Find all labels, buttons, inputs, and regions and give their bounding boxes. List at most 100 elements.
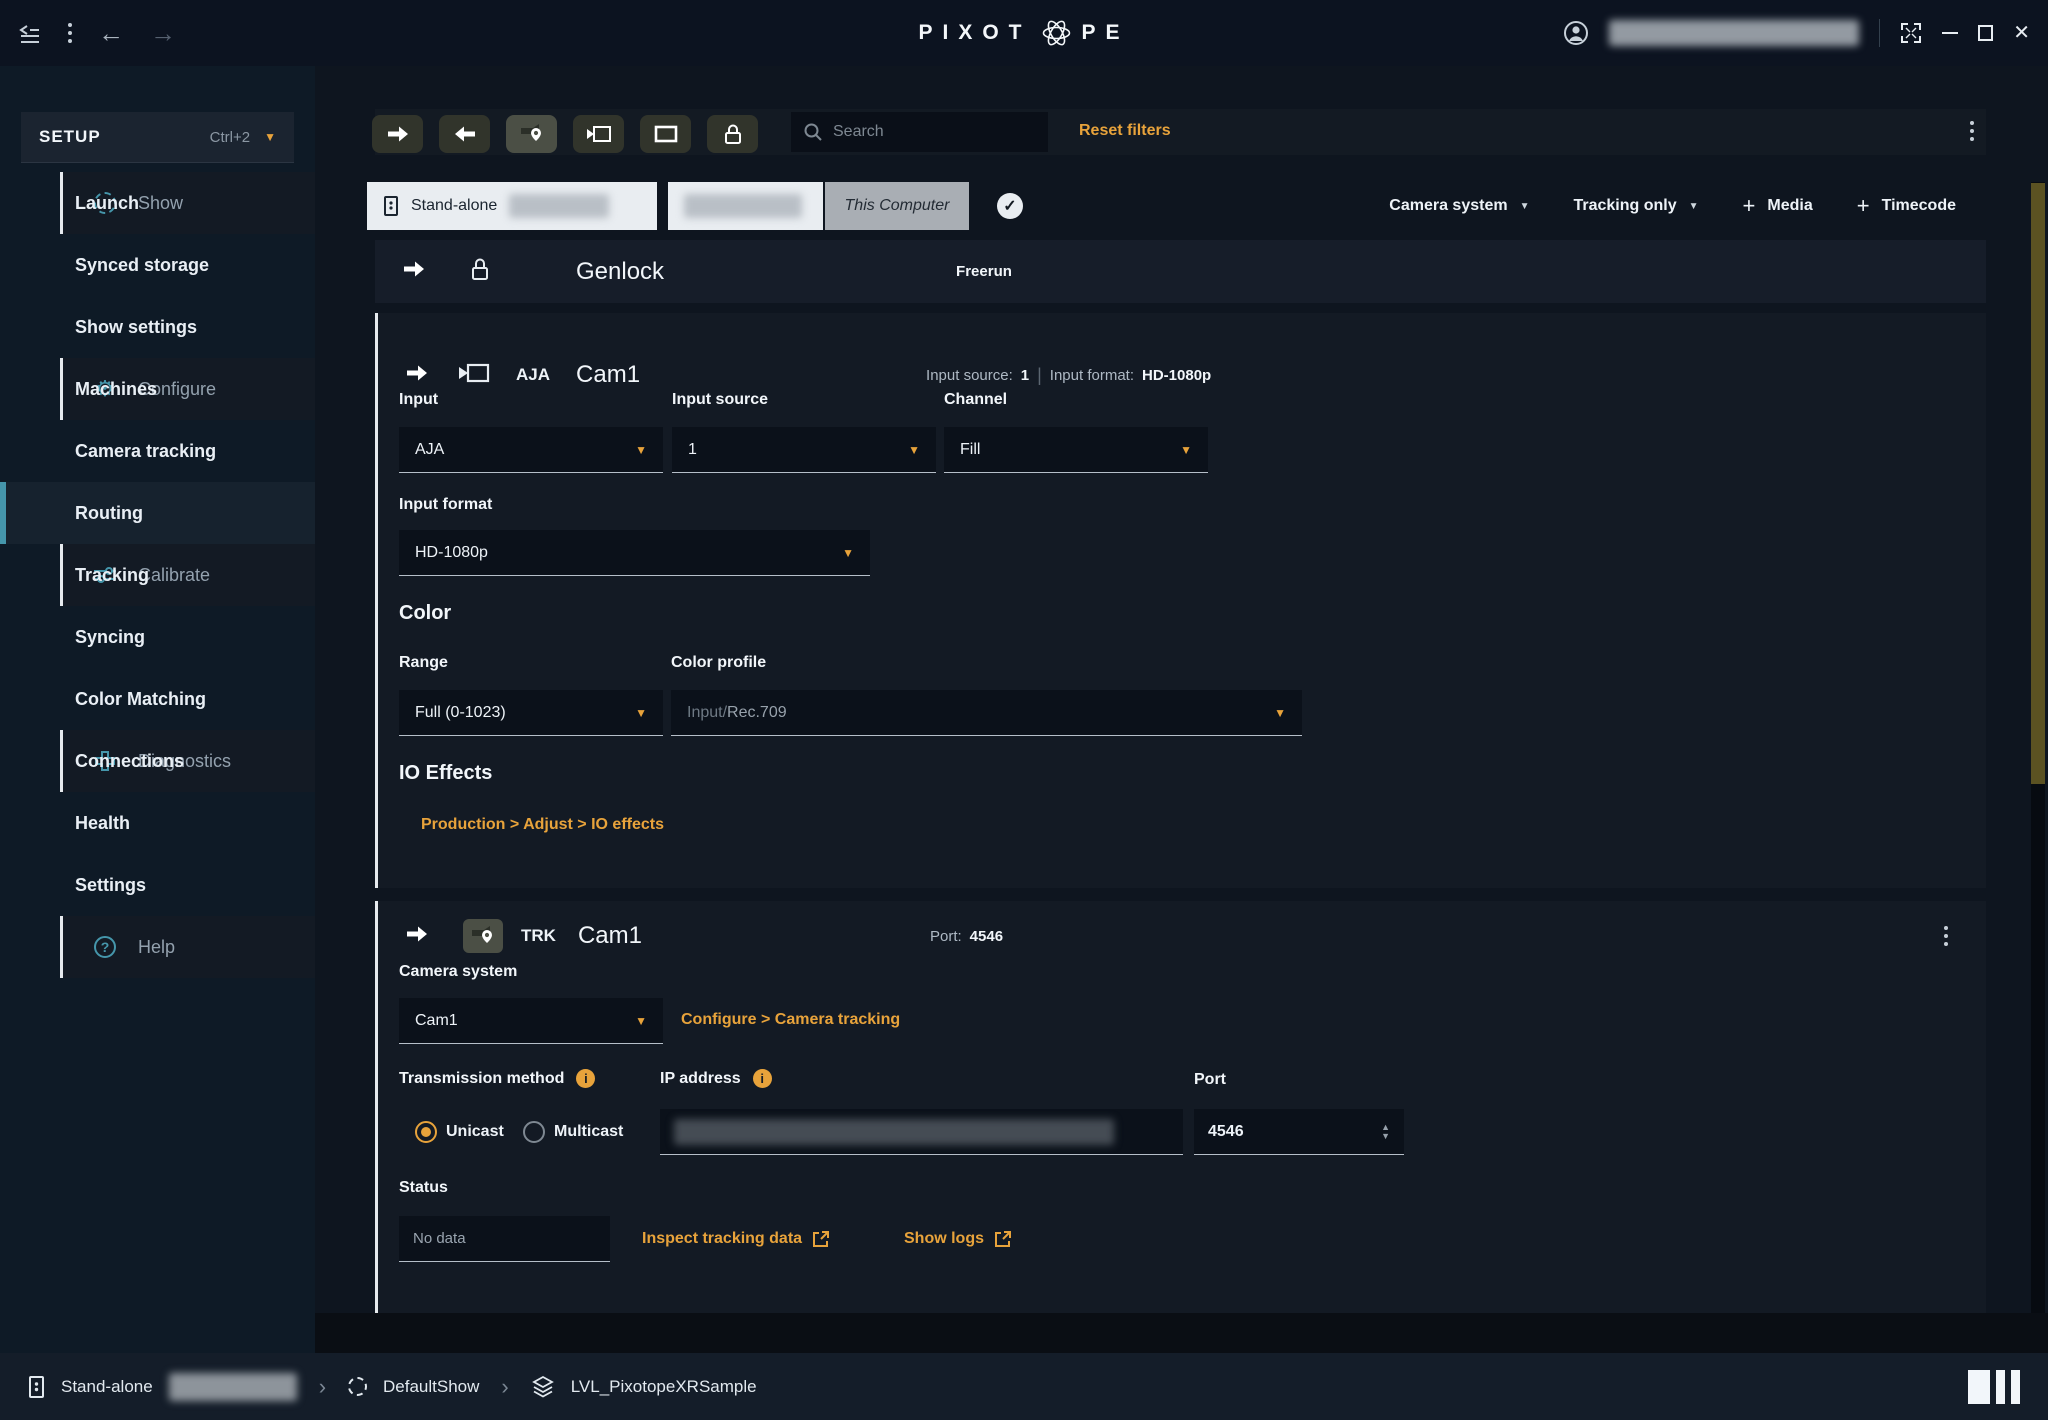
sidebar-item-show-settings[interactable]: Show settings [0, 296, 315, 358]
sidebar-item-health[interactable]: Health [0, 792, 315, 854]
minimize-button[interactable] [1942, 32, 1958, 34]
io-effects-heading: IO Effects [399, 762, 492, 785]
sidebar-item-launch[interactable]: Launch [0, 172, 315, 234]
breadcrumb-separator: › [501, 1374, 508, 1400]
sidebar-item-color-matching[interactable]: Color Matching [0, 668, 315, 730]
close-button[interactable]: ✕ [2013, 23, 2030, 43]
sidebar-item-syncing[interactable]: Syncing [0, 606, 315, 668]
unicast-radio[interactable]: Unicast [415, 1121, 504, 1143]
io-effects-link[interactable]: Production > Adjust > IO effects [421, 816, 664, 834]
chevron-down-icon: ▼ [635, 706, 647, 720]
lock-icon[interactable] [469, 256, 491, 287]
ip-redacted [674, 1119, 1114, 1145]
range-label: Range [399, 654, 448, 672]
ip-address-input[interactable] [660, 1109, 1183, 1155]
sidebar-item-routing[interactable]: Routing [0, 482, 315, 544]
tab-this-computer[interactable]: This Computer [825, 182, 969, 230]
filter-camera-button[interactable] [573, 115, 624, 153]
tracking-badge: TRK [521, 926, 556, 946]
channel-dropdown[interactable]: Fill▼ [944, 427, 1208, 473]
camera-tracking-section: TRK Cam1 Port:4546 Camera system Cam1▼ C… [375, 901, 1986, 1313]
chevron-down-icon: ▼ [264, 130, 276, 144]
info-icon[interactable]: i [576, 1069, 595, 1088]
channel-label: Channel [944, 391, 1007, 409]
configure-camera-tracking-link[interactable]: Configure > Camera tracking [681, 1011, 900, 1029]
machine-icon [28, 1375, 45, 1399]
breadcrumb-redacted [169, 1373, 297, 1401]
reset-filters-link[interactable]: Reset filters [1079, 122, 1171, 140]
breadcrumb-show[interactable]: DefaultShow [383, 1377, 479, 1397]
tracking-only-dropdown[interactable]: Tracking only▼ [1573, 197, 1698, 215]
camera-system-filter-dropdown[interactable]: Camera system▼ [1389, 197, 1529, 215]
chevron-down-icon: ▼ [908, 443, 920, 457]
camera-system-dropdown[interactable]: Cam1▼ [399, 998, 663, 1044]
tab-standalone-machine[interactable]: Stand-alone [367, 182, 657, 230]
breadcrumb-separator: › [319, 1374, 326, 1400]
layout-bar-icon[interactable] [2011, 1370, 2020, 1404]
inspect-tracking-data-link[interactable]: Inspect tracking data [642, 1230, 830, 1248]
chevron-down-icon: ▼ [635, 443, 647, 457]
input-format-dropdown[interactable]: HD-1080p▼ [399, 530, 870, 576]
layout-bar-icon[interactable] [1996, 1370, 2005, 1404]
input-source-dropdown[interactable]: 1▼ [672, 427, 936, 473]
sidebar-item-tracking[interactable]: Tracking [0, 544, 315, 606]
scrollbar[interactable] [2031, 182, 2045, 1313]
toolbar-kebab-icon[interactable] [1970, 121, 1974, 141]
layout-panel-icon[interactable] [1968, 1370, 1990, 1404]
range-dropdown[interactable]: Full (0-1023)▼ [399, 690, 663, 736]
info-icon[interactable]: i [753, 1069, 772, 1088]
tracking-icon [463, 919, 503, 953]
fullscreen-icon[interactable] [1900, 22, 1922, 44]
filter-locked-button[interactable] [707, 115, 758, 153]
camera-input-section: AJA Cam1 Input source:1 | Input format:H… [375, 313, 1986, 888]
show-icon [348, 1377, 367, 1396]
multicast-radio[interactable]: Multicast [523, 1121, 623, 1143]
add-timecode-button[interactable]: +Timecode [1857, 195, 1956, 217]
breadcrumb-level[interactable]: LVL_PixotopeXRSample [571, 1377, 757, 1397]
filter-outputs-button[interactable] [372, 115, 423, 153]
sidebar-item-camera-tracking[interactable]: Camera tracking [0, 420, 315, 482]
genlock-row: Genlock Freerun [375, 240, 1986, 303]
maximize-button[interactable] [1978, 25, 1993, 41]
input-dropdown[interactable]: AJA▼ [399, 427, 663, 473]
plus-icon: + [1743, 195, 1756, 217]
breadcrumb-machine[interactable]: Stand-alone [61, 1377, 153, 1397]
status-label: Status [399, 1179, 448, 1197]
add-media-button[interactable]: +Media [1743, 195, 1813, 217]
sidebar-item-machines[interactable]: Machines [0, 358, 315, 420]
filter-tracking-button[interactable] [506, 115, 557, 153]
sidebar-item-settings[interactable]: Settings [0, 854, 315, 916]
camera-system-label: Camera system [399, 963, 517, 981]
username-redacted [1609, 20, 1859, 46]
filter-inputs-button[interactable] [439, 115, 490, 153]
stepper-icon[interactable]: ▲▼ [1381, 1123, 1390, 1139]
section-kebab-icon[interactable] [1944, 926, 1948, 946]
external-link-icon [812, 1230, 830, 1248]
color-profile-dropdown[interactable]: Input/Rec.709▼ [671, 690, 1302, 736]
app-menu-kebab-icon[interactable] [68, 23, 72, 43]
collapse-sidebar-icon[interactable] [18, 22, 42, 44]
show-logs-link[interactable]: Show logs [904, 1230, 1012, 1248]
chevron-down-icon: ▼ [635, 1014, 647, 1028]
expand-arrow-icon[interactable] [406, 925, 428, 948]
search-input[interactable] [833, 123, 1013, 141]
chevron-down-icon: ▼ [1180, 443, 1192, 457]
help-icon: ? [92, 936, 118, 958]
port-input[interactable]: 4546 ▲▼ [1194, 1109, 1404, 1155]
status-bar: Stand-alone › DefaultShow › LVL_Pixotope… [0, 1353, 2048, 1420]
expand-arrow-icon[interactable] [406, 364, 428, 387]
atom-icon [1040, 16, 1074, 50]
sidebar-item-synced-storage[interactable]: Synced storage [0, 234, 315, 296]
scrollbar-thumb[interactable] [2031, 183, 2045, 784]
sidebar-item-connections[interactable]: Connections [0, 730, 315, 792]
radio-unselected-icon [523, 1121, 545, 1143]
filter-media-button[interactable] [640, 115, 691, 153]
user-account-icon[interactable] [1563, 20, 1589, 46]
content-gap [315, 1313, 2048, 1353]
forward-button[interactable]: → [150, 20, 176, 46]
mode-selector[interactable]: SETUP Ctrl+2 ▼ [21, 112, 294, 163]
plus-icon: + [1857, 195, 1870, 217]
expand-arrow-icon[interactable] [403, 260, 425, 283]
back-button[interactable]: ← [98, 20, 124, 46]
tab-machine-2[interactable] [668, 182, 823, 230]
